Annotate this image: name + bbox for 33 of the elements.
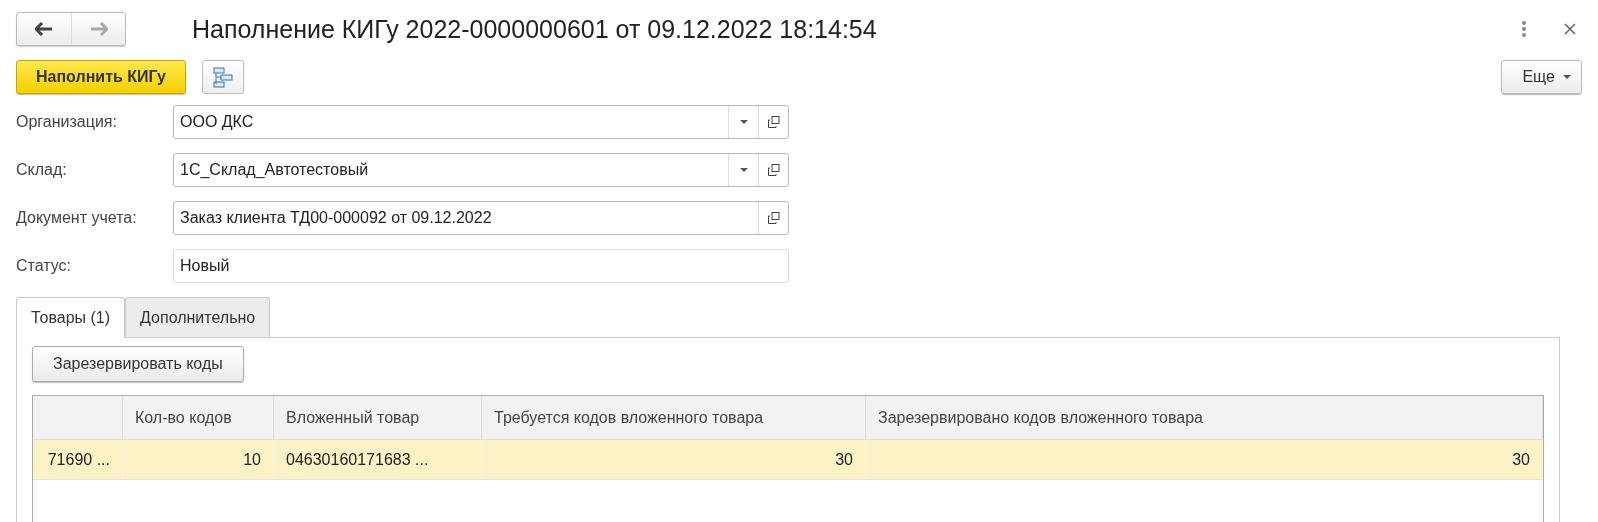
structure-button[interactable]: [201, 60, 244, 94]
reserve-codes-button[interactable]: Зарезервировать коды: [32, 346, 244, 382]
caret-icon: [739, 119, 748, 125]
forward-arrow-icon: [89, 22, 108, 36]
input-field[interactable]: ООО ДКС: [173, 105, 789, 139]
column-header[interactable]: Зарезервировано кодов вложенного товара: [866, 396, 1543, 440]
field-label: Склад:: [16, 161, 68, 179]
back-arrow-icon: [35, 22, 53, 36]
input-field[interactable]: Заказ клиента ТД00-000092 от 09.12.2022: [173, 201, 789, 235]
column-header[interactable]: Кол-во кодов: [123, 396, 274, 440]
fill-button[interactable]: Наполнить КИГу: [16, 60, 186, 94]
open-window-icon: [767, 212, 780, 224]
field-label: Документ учета:: [16, 209, 138, 227]
column-header[interactable]: Вложенный товар: [274, 396, 482, 440]
table-cell: 04630160171683 ...: [274, 440, 482, 480]
hierarchy-icon: [211, 66, 234, 88]
field-label: Статус:: [16, 257, 73, 275]
input-field[interactable]: 1С_Склад_Автотестовый: [173, 153, 789, 187]
table-cell: 30: [866, 440, 1543, 480]
window-title: Наполнение КИГу 2022-0000000601 от 09.12.2022 18:14:54: [192, 14, 878, 44]
tab[interactable]: Дополнительно: [125, 297, 271, 337]
open-window-icon: [767, 116, 780, 128]
table-cell: 10: [123, 440, 274, 480]
caret-icon: [739, 167, 748, 173]
table-cell: 30: [482, 440, 866, 480]
caret-icon: [1563, 74, 1571, 80]
column-header[interactable]: Требуется кодов вложенного товара: [482, 396, 866, 440]
input-field[interactable]: Новый: [173, 249, 789, 283]
table-cell: 71690 ...: [33, 440, 123, 480]
tab[interactable]: Товары (1): [16, 297, 126, 338]
more-button[interactable]: Еще: [1501, 60, 1582, 94]
open-window-icon: [767, 164, 780, 176]
field-label: Организация:: [16, 113, 118, 131]
